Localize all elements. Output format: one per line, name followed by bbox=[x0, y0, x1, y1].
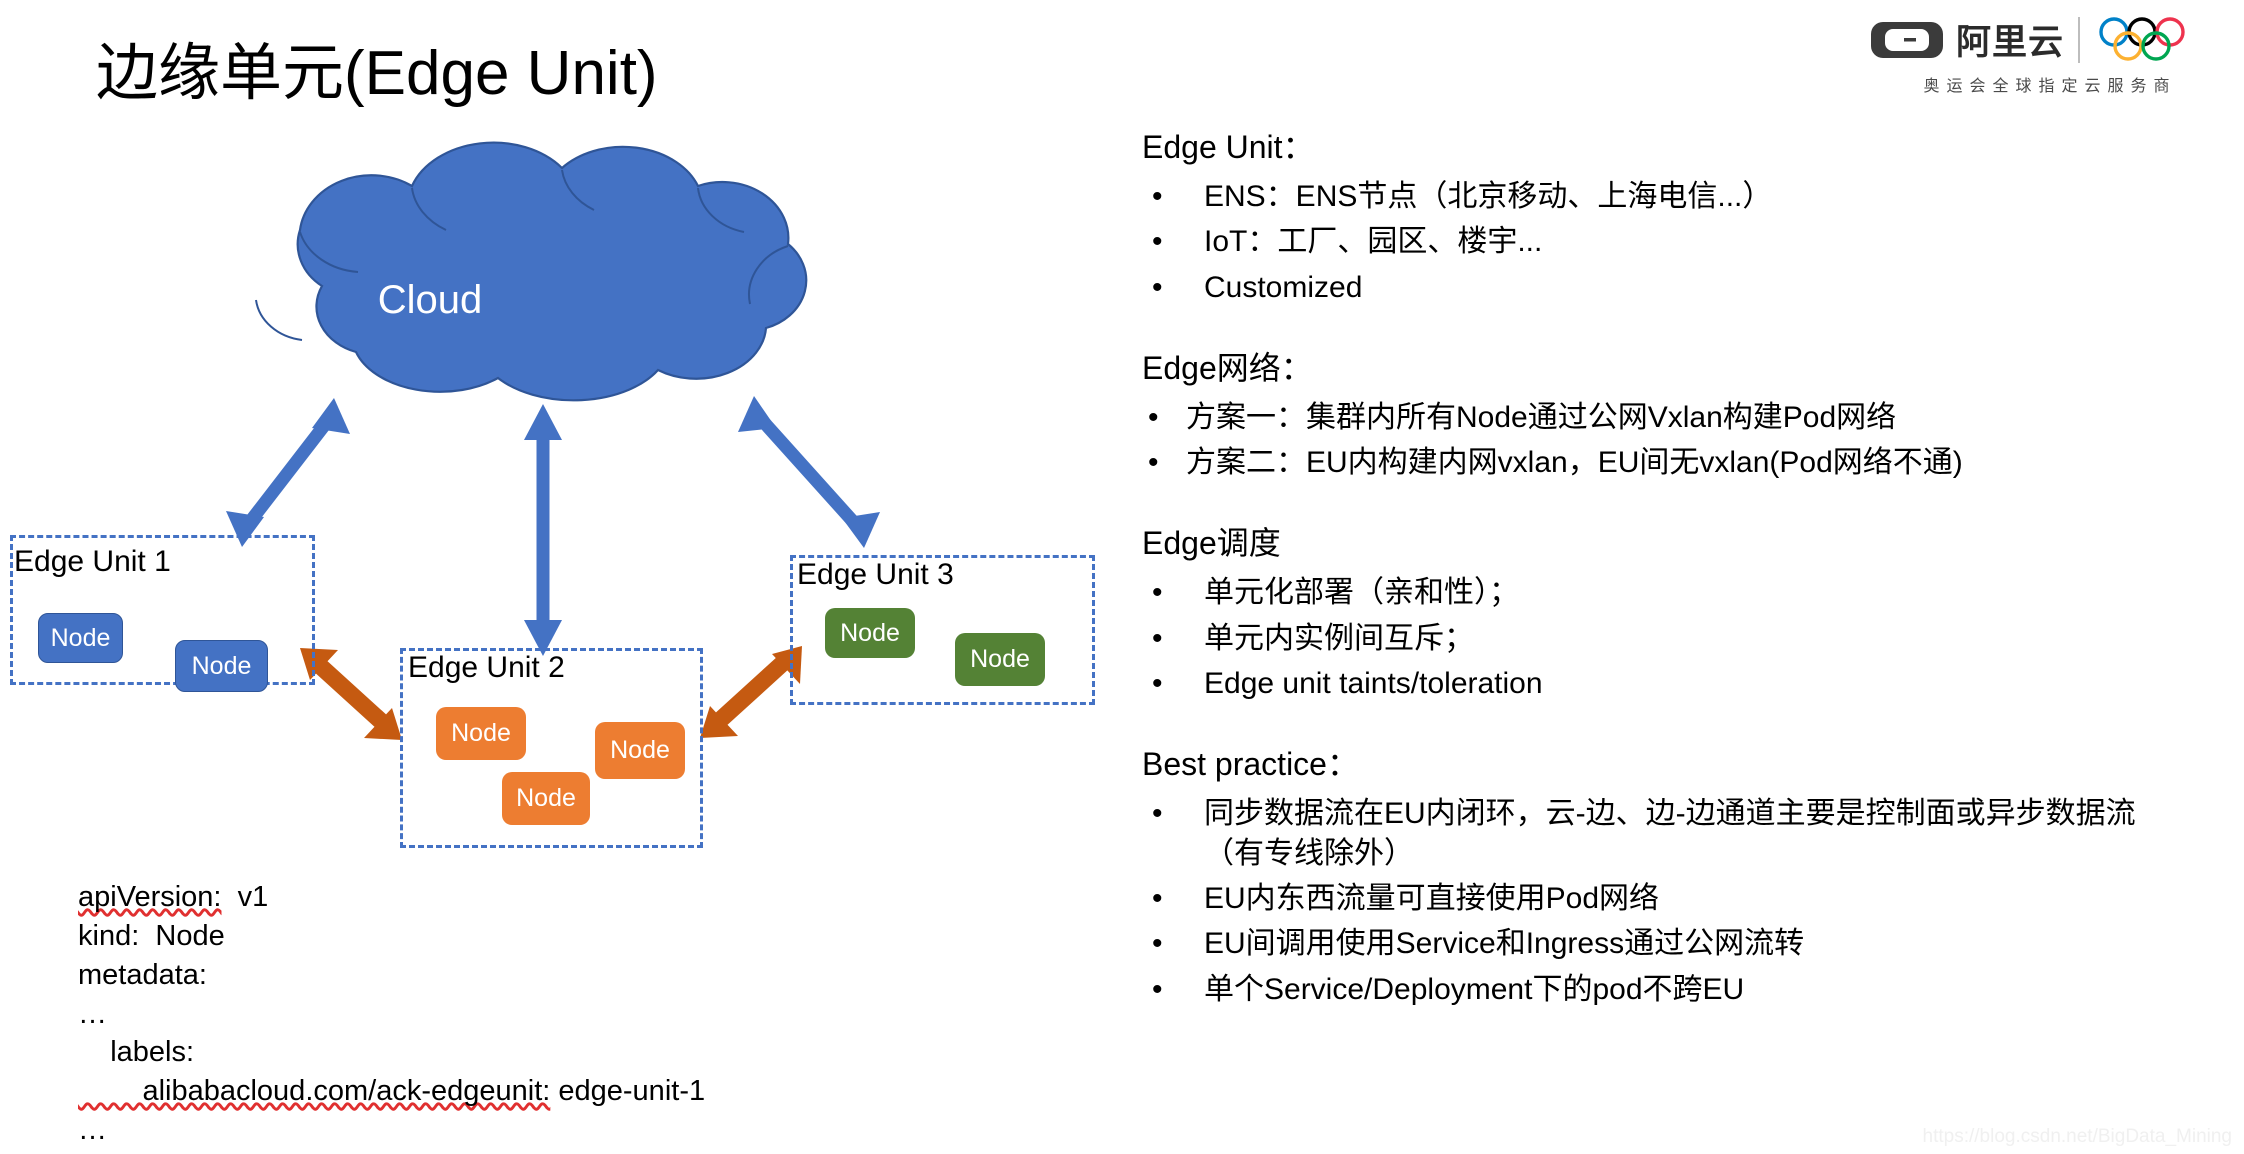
list-item-label: 方案一：集群内所有Node通过公网Vxlan构建Pod网络 bbox=[1186, 400, 1897, 434]
edge-unit-3-title: Edge Unit 3 bbox=[797, 558, 954, 591]
bullet-glyph-icon: • bbox=[1152, 667, 1163, 701]
bullet-glyph-icon: • bbox=[1152, 225, 1163, 259]
logo-row: 阿里云 bbox=[1870, 14, 2222, 65]
list-item: • 单个Service/Deployment下的pod不跨EU bbox=[1142, 969, 2222, 1011]
olympic-rings-icon bbox=[2099, 16, 2185, 61]
list-item: • 单元化部署（亲和性）； bbox=[1142, 572, 2222, 614]
alibaba-cloud-bracket-icon bbox=[1870, 21, 1943, 58]
section-edge-network-list: • 方案一：集群内所有Node通过公网Vxlan构建Pod网络 • 方案二：EU内构… bbox=[1142, 397, 2222, 485]
bullet-glyph-icon: • bbox=[1152, 621, 1163, 655]
bullet-glyph-icon: • bbox=[1152, 797, 1163, 831]
slide-canvas: 边缘单元(Edge Unit) 阿里云 奥运会全球指定云服务商 Cloud Ed… bbox=[0, 0, 2244, 1154]
section-edge-scheduling-list: • 单元化部署（亲和性）； • 单元内实例间互斥； • Edge unit taint… bbox=[1142, 572, 2222, 705]
yaml-metadata-line: metadata: bbox=[78, 958, 207, 991]
logo-tagline: 奥运会全球指定云服务商 bbox=[1923, 78, 2177, 95]
list-item-label: Customized bbox=[1204, 270, 1363, 304]
cloud-shape bbox=[255, 141, 808, 402]
list-item-label: 同步数据流在EU内闭环，云-边、边-边通道主要是控制面或异步数据流 bbox=[1204, 797, 2136, 831]
section-best-practice-heading: Best practice： bbox=[1142, 746, 1359, 783]
edge-unit-3-node-1[interactable]: Node bbox=[825, 608, 915, 658]
yaml-edgeunit-label-key: alibabacloud.com/ack-edgeunit: bbox=[78, 1075, 551, 1108]
bullet-glyph-icon: • bbox=[1152, 270, 1163, 304]
logo-divider bbox=[2078, 16, 2080, 63]
section-edge-unit-list: • ENS：ENS节点（北京移动、上海电信...） • IoT：工厂、园区、楼宇..… bbox=[1142, 176, 2222, 309]
list-item-label: EU内东西流量可直接使用Pod网络 bbox=[1204, 881, 1660, 915]
logo-brand-text: 阿里云 bbox=[1955, 23, 2064, 62]
list-item-label: 单元内实例间互斥； bbox=[1204, 621, 1474, 655]
arrow-edge-unit-1-to-edge-unit-2 bbox=[300, 648, 402, 740]
edge-unit-3-node-2[interactable]: Node bbox=[955, 633, 1045, 686]
bullet-glyph-icon: • bbox=[1152, 927, 1163, 961]
section-best-practice-list: • 同步数据流在EU内闭环，云-边、边-边通道主要是控制面或异步数据流 （有专线除… bbox=[1142, 793, 2222, 1010]
edge-unit-2-node-2[interactable]: Node bbox=[595, 722, 685, 779]
section-edge-scheduling-heading: Edge调度 bbox=[1142, 525, 1281, 562]
alibaba-cloud-logo: 阿里云 奥运会全球指定云服务商 bbox=[1870, 14, 2222, 96]
list-item-label: 方案二：EU内构建内网vxlan，EU间无vxlan(Pod网络不通) bbox=[1186, 446, 1963, 480]
list-item-label: ENS：ENS节点（北京移动、上海电信...） bbox=[1204, 180, 1773, 213]
list-item-label: Edge unit taints/toleration bbox=[1204, 667, 1543, 701]
node-yaml-snippet: apiVersion: v1 kind: Node metadata: … la… bbox=[78, 878, 705, 1150]
list-item: • Customized bbox=[1142, 267, 2222, 309]
list-item-label: 单个Service/Deployment下的pod不跨EU bbox=[1204, 972, 1745, 1006]
edge-unit-1-node-2[interactable]: Node bbox=[175, 640, 268, 692]
list-item: • 方案一：集群内所有Node通过公网Vxlan构建Pod网络 bbox=[1142, 397, 2222, 439]
bullet-glyph-icon: • bbox=[1152, 576, 1163, 610]
edge-unit-1-node-1[interactable]: Node bbox=[38, 613, 123, 663]
list-item-label: IoT：工厂、园区、楼宇... bbox=[1204, 225, 1543, 259]
arrow-cloud-to-edge-unit-3 bbox=[738, 396, 880, 548]
list-item: • 同步数据流在EU内闭环，云-边、边-边通道主要是控制面或异步数据流 bbox=[1142, 793, 2222, 835]
edge-unit-2-node-1[interactable]: Node bbox=[436, 707, 526, 760]
yaml-labels-line: labels: bbox=[78, 1036, 195, 1069]
list-item: • 单元内实例间互斥； bbox=[1142, 618, 2222, 660]
section-edge-network-heading: Edge网络： bbox=[1142, 349, 1313, 386]
alibaba-cloud-mark: 阿里云 bbox=[1870, 14, 2064, 65]
bullet-glyph-icon: • bbox=[1148, 400, 1159, 434]
bullet-glyph-icon: • bbox=[1152, 972, 1163, 1006]
yaml-ellipsis-1: … bbox=[78, 997, 107, 1030]
bullet-glyph-icon: • bbox=[1152, 180, 1163, 213]
section-edge-network: Edge网络： • 方案一：集群内所有Node通过公网Vxlan构建Pod网络 •… bbox=[1142, 343, 2222, 485]
bullet-glyph-icon: • bbox=[1148, 446, 1159, 480]
edge-unit-1-title: Edge Unit 1 bbox=[14, 545, 171, 578]
edge-unit-2-title: Edge Unit 2 bbox=[408, 651, 565, 684]
list-item: • EU内东西流量可直接使用Pod网络 bbox=[1142, 878, 2222, 920]
list-item-label: EU间调用使用Service和Ingress通过公网流转 bbox=[1204, 927, 1805, 961]
bullet-glyph-icon: • bbox=[1152, 881, 1163, 915]
list-item-label: 单元化部署（亲和性）； bbox=[1204, 576, 1519, 610]
list-item-continuation: （有专线除外） bbox=[1204, 836, 1414, 870]
yaml-edgeunit-label-value: edge-unit-1 bbox=[550, 1075, 706, 1108]
list-item: • Edge unit taints/toleration bbox=[1142, 663, 2222, 705]
source-watermark: https://blog.csdn.net/BigData_Mining bbox=[1922, 1126, 2232, 1147]
yaml-apiversion-value: v1 bbox=[221, 881, 269, 913]
edge-unit-2-node-3[interactable]: Node bbox=[502, 772, 590, 825]
content-column: Edge Unit： • ENS：ENS节点（北京移动、上海电信...） • IoT… bbox=[1142, 122, 2222, 1045]
list-item: • EU间调用使用Service和Ingress通过公网流转 bbox=[1142, 923, 2222, 965]
list-item: • 方案二：EU内构建内网vxlan，EU间无vxlan(Pod网络不通) bbox=[1142, 442, 2222, 484]
arrow-cloud-to-edge-unit-1 bbox=[226, 398, 350, 547]
arrow-cloud-to-edge-unit-2 bbox=[524, 404, 562, 656]
list-item: • ENS：ENS节点（北京移动、上海电信...） bbox=[1142, 176, 2222, 218]
section-edge-scheduling: Edge调度 • 单元化部署（亲和性）； • 单元内实例间互斥； • Edge uni… bbox=[1142, 518, 2222, 705]
yaml-apiversion-key: apiVersion: bbox=[78, 881, 222, 913]
cloud-label: Cloud bbox=[377, 278, 483, 322]
yaml-kind-line: kind: Node bbox=[78, 919, 225, 952]
list-item: • IoT：工厂、园区、楼宇... bbox=[1142, 221, 2222, 263]
yaml-ellipsis-2: … bbox=[78, 1114, 107, 1147]
arrow-edge-unit-2-to-edge-unit-3 bbox=[700, 646, 802, 738]
section-edge-unit-heading: Edge Unit： bbox=[1142, 129, 1315, 165]
section-edge-unit: Edge Unit： • ENS：ENS节点（北京移动、上海电信...） • IoT… bbox=[1142, 122, 2222, 309]
section-best-practice: Best practice： • 同步数据流在EU内闭环，云-边、边-边通道主要是… bbox=[1142, 739, 2222, 1010]
